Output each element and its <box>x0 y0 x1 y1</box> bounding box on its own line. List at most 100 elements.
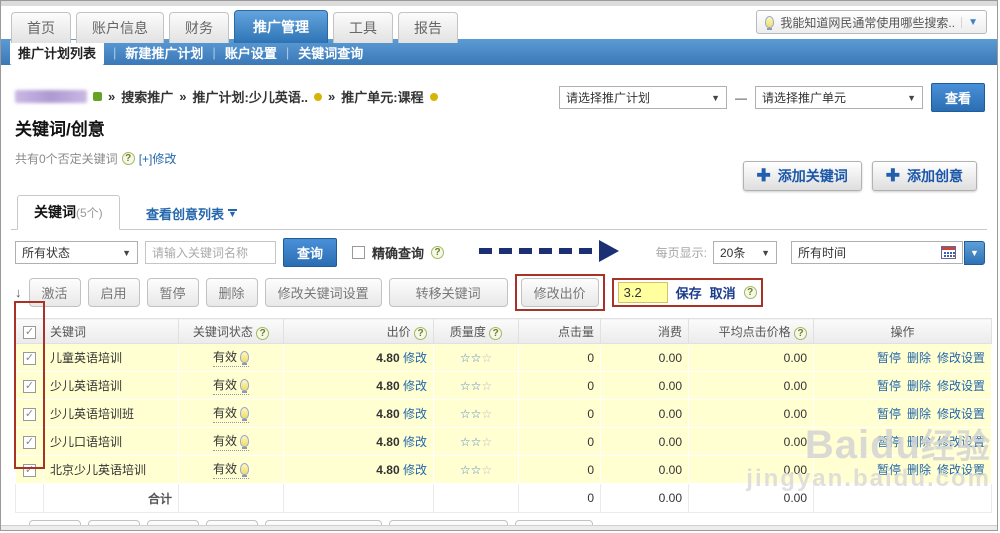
row-pause-link[interactable]: 暂停 <box>877 463 901 477</box>
transfer-keyword-button[interactable]: 转移关键词 <box>388 278 508 307</box>
search-button[interactable]: 查询 <box>283 238 338 267</box>
time-range-select[interactable]: 所有时间 <box>791 241 963 264</box>
sort-down-icon[interactable]: ↓ <box>15 285 22 300</box>
modify-bid-button[interactable]: 修改出价 <box>520 278 599 307</box>
col-avg-price[interactable]: 平均点击价格 ? <box>688 318 814 344</box>
keyword-cell: 儿童英语培训 <box>43 343 179 372</box>
exact-search-label: 精确查询 <box>372 246 425 261</box>
row-delete-link[interactable]: 删除 <box>907 407 931 421</box>
row-modify-settings-link[interactable]: 修改设置 <box>937 435 985 449</box>
add-creative-button[interactable]: ✚ 添加创意 <box>871 161 977 191</box>
subnav-new-plan[interactable]: 新建推广计划 <box>125 43 203 62</box>
breadcrumb-plan[interactable]: 推广计划:少儿英语.. <box>192 87 308 106</box>
cancel-bid-link[interactable]: 取消 <box>710 283 736 302</box>
subnav-plan-list[interactable]: 推广计划列表 <box>10 39 105 65</box>
breadcrumb-search-promotion[interactable]: 搜索推广 <box>121 87 173 106</box>
row-pause-link[interactable]: 暂停 <box>877 351 901 365</box>
tab-report[interactable]: 报告 <box>398 12 458 43</box>
enable-button[interactable]: 启用 <box>87 278 140 307</box>
help-icon[interactable]: ? <box>121 152 135 165</box>
unit-select[interactable]: 请选择推广单元 ▼ <box>754 86 923 109</box>
tab-account-info[interactable]: 账户信息 <box>76 12 164 43</box>
page-title: 关键词/创意 <box>15 120 105 139</box>
exact-search-checkbox[interactable] <box>352 246 366 259</box>
help-icon[interactable]: ? <box>431 246 445 259</box>
table-row: ✓ 少儿口语培训 有效 4.80 修改 ☆☆☆ 0 0.00 0.00 暂停 删除… <box>15 427 992 456</box>
activate-button[interactable]: 激活 <box>28 278 81 307</box>
tab-home[interactable]: 首页 <box>11 12 71 43</box>
status-badge[interactable]: 有效 <box>212 432 249 451</box>
row-pause-link[interactable]: 暂停 <box>877 379 901 393</box>
status-text: 有效 <box>212 462 237 476</box>
add-keyword-button[interactable]: ✚ 添加关键词 <box>742 161 862 191</box>
modify-bid-link[interactable]: 修改 <box>403 351 427 365</box>
modify-bid-link[interactable]: 修改 <box>403 463 427 477</box>
select-all-checkbox[interactable]: ✓ <box>23 325 36 339</box>
help-tip-dropdown[interactable]: 我能知道网民通常使用哪些搜索.. ▼ <box>756 10 987 34</box>
row-delete-link[interactable]: 删除 <box>907 435 931 449</box>
row-modify-settings-link[interactable]: 修改设置 <box>937 379 985 393</box>
keywords-table: ✓ 关键词 关键词状态 ? 出价 ? 质量度 ? 点击量 消费 平均点击价格 ?… <box>15 318 992 513</box>
row-checkbox[interactable]: ✓ <box>23 464 36 477</box>
row-modify-settings-link[interactable]: 修改设置 <box>937 463 985 477</box>
row-pause-link[interactable]: 暂停 <box>877 435 901 449</box>
row-delete-link[interactable]: 删除 <box>907 379 931 393</box>
help-icon[interactable]: ? <box>489 326 503 340</box>
col-clicks[interactable]: 点击量 <box>518 318 601 344</box>
subnav-account-settings[interactable]: 账户设置 <box>225 43 277 62</box>
status-badge[interactable]: 有效 <box>212 376 249 395</box>
row-checkbox[interactable]: ✓ <box>23 436 36 449</box>
row-delete-link[interactable]: 删除 <box>907 351 931 365</box>
row-pause-link[interactable]: 暂停 <box>877 407 901 421</box>
status-badge[interactable]: 有效 <box>212 348 249 367</box>
tab-promotion-management[interactable]: 推广管理 <box>234 10 328 43</box>
modify-negative-link[interactable]: [+]修改 <box>139 150 177 167</box>
help-icon[interactable]: ? <box>743 286 757 299</box>
status-badge[interactable]: 有效 <box>212 404 249 423</box>
modify-bid-link[interactable]: 修改 <box>403 379 427 393</box>
col-cost[interactable]: 消费 <box>600 318 689 344</box>
col-status[interactable]: 关键词状态 ? <box>178 318 284 344</box>
view-creative-list-link[interactable]: 查看创意列表 ▼ <box>146 204 237 223</box>
total-avg-price: 0.00 <box>688 483 814 513</box>
tab-finance[interactable]: 财务 <box>169 12 229 43</box>
row-checkbox[interactable]: ✓ <box>23 352 36 365</box>
col-keyword[interactable]: 关键词 <box>43 318 179 344</box>
row-checkbox[interactable]: ✓ <box>23 380 36 393</box>
help-icon[interactable]: ? <box>794 326 807 340</box>
col-bid[interactable]: 出价 ? <box>283 318 434 344</box>
breadcrumb-unit[interactable]: 推广单元:课程 <box>341 87 423 106</box>
bid-value-input[interactable] <box>617 282 668 303</box>
time-range-dropdown-button[interactable]: ▼ <box>964 240 985 265</box>
cost-cell: 0.00 <box>600 427 689 456</box>
row-modify-settings-link[interactable]: 修改设置 <box>937 407 985 421</box>
row-delete-link[interactable]: 删除 <box>907 463 931 477</box>
row-modify-settings-link[interactable]: 修改设置 <box>937 351 985 365</box>
per-page-select[interactable]: 20条 ▼ <box>713 241 777 264</box>
status-text: 有效 <box>212 434 237 448</box>
subnav-divider: | <box>113 44 117 60</box>
delete-button[interactable]: 删除 <box>205 278 258 307</box>
tab-tools[interactable]: 工具 <box>333 12 393 43</box>
keyword-search-input[interactable] <box>145 241 276 264</box>
modify-bid-link[interactable]: 修改 <box>403 407 427 421</box>
chevron-down-icon[interactable]: ▼ <box>961 16 978 28</box>
pause-button[interactable]: 暂停 <box>146 278 199 307</box>
status-filter-select[interactable]: 所有状态 ▼ <box>15 241 138 264</box>
subnav-keyword-query[interactable]: 关键词查询 <box>298 43 363 62</box>
view-button[interactable]: 查看 <box>930 83 985 112</box>
help-icon[interactable]: ? <box>414 326 427 340</box>
modify-keyword-settings-button[interactable]: 修改关键词设置 <box>264 278 382 307</box>
status-badge[interactable]: 有效 <box>212 460 249 479</box>
chevron-down-icon: ▼ <box>907 92 916 103</box>
tab-keywords[interactable]: 关键词(5个) <box>17 195 120 230</box>
plan-select[interactable]: 请选择推广计划 ▼ <box>558 86 727 109</box>
help-icon[interactable]: ? <box>256 326 270 340</box>
keyword-cell: 少儿英语培训班 <box>43 399 179 428</box>
per-page-label: 每页显示: <box>655 246 707 260</box>
add-keyword-label: 添加关键词 <box>777 168 848 184</box>
save-bid-link[interactable]: 保存 <box>676 283 702 302</box>
row-checkbox[interactable]: ✓ <box>23 408 36 421</box>
modify-bid-link[interactable]: 修改 <box>403 435 427 449</box>
col-quality[interactable]: 质量度 ? <box>433 318 519 344</box>
